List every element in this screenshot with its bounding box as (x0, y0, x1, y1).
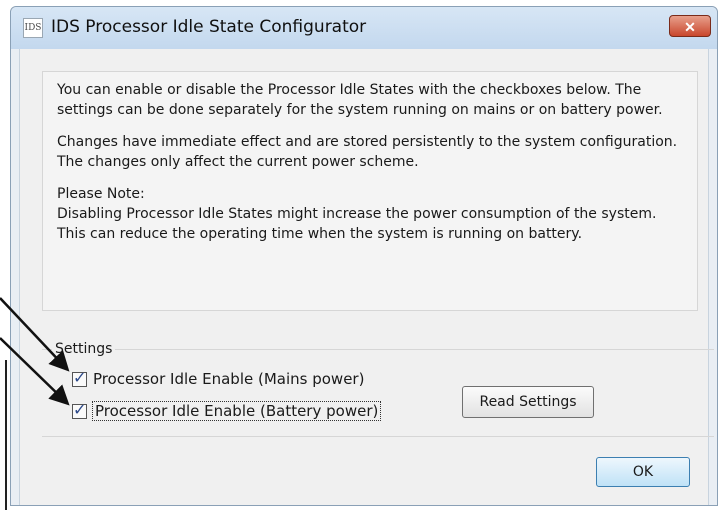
info-text-box: You can enable or disable the Processor … (42, 71, 698, 311)
info-paragraph-2: Changes have immediate effect and are st… (57, 134, 678, 170)
ok-button[interactable]: OK (596, 457, 690, 487)
mains-power-label: Processor Idle Enable (Mains power) (93, 370, 365, 388)
battery-power-label: Processor Idle Enable (Battery power) (91, 401, 382, 421)
close-button[interactable]: ✕ (669, 15, 711, 37)
note-heading: Please Note: (57, 186, 145, 202)
window-title: IDS Processor Idle State Configurator (51, 17, 367, 37)
settings-group: Settings ✓ Processor Idle Enable (Mains … (42, 340, 714, 437)
note-body: Disabling Processor Idle States might in… (57, 206, 657, 242)
dialog-window: IDS IDS Processor Idle State Configurato… (10, 6, 718, 506)
checkmark-icon: ✓ (73, 367, 87, 387)
ids-app-icon: IDS (23, 18, 43, 38)
close-icon: ✕ (684, 19, 696, 35)
battery-power-checkbox-row[interactable]: ✓ Processor Idle Enable (Battery power) (72, 399, 382, 421)
title-bar[interactable]: IDS IDS Processor Idle State Configurato… (11, 7, 717, 49)
checkmark-icon: ✓ (73, 399, 87, 419)
settings-group-label: Settings (52, 340, 116, 358)
info-paragraph-1: You can enable or disable the Processor … (57, 82, 663, 118)
mains-power-checkbox-row[interactable]: ✓ Processor Idle Enable (Mains power) (72, 367, 365, 388)
mains-power-checkbox[interactable]: ✓ (72, 367, 87, 387)
dialog-client-area: You can enable or disable the Processor … (19, 49, 714, 505)
read-settings-button[interactable]: Read Settings (462, 386, 594, 418)
battery-power-checkbox[interactable]: ✓ (72, 399, 87, 419)
